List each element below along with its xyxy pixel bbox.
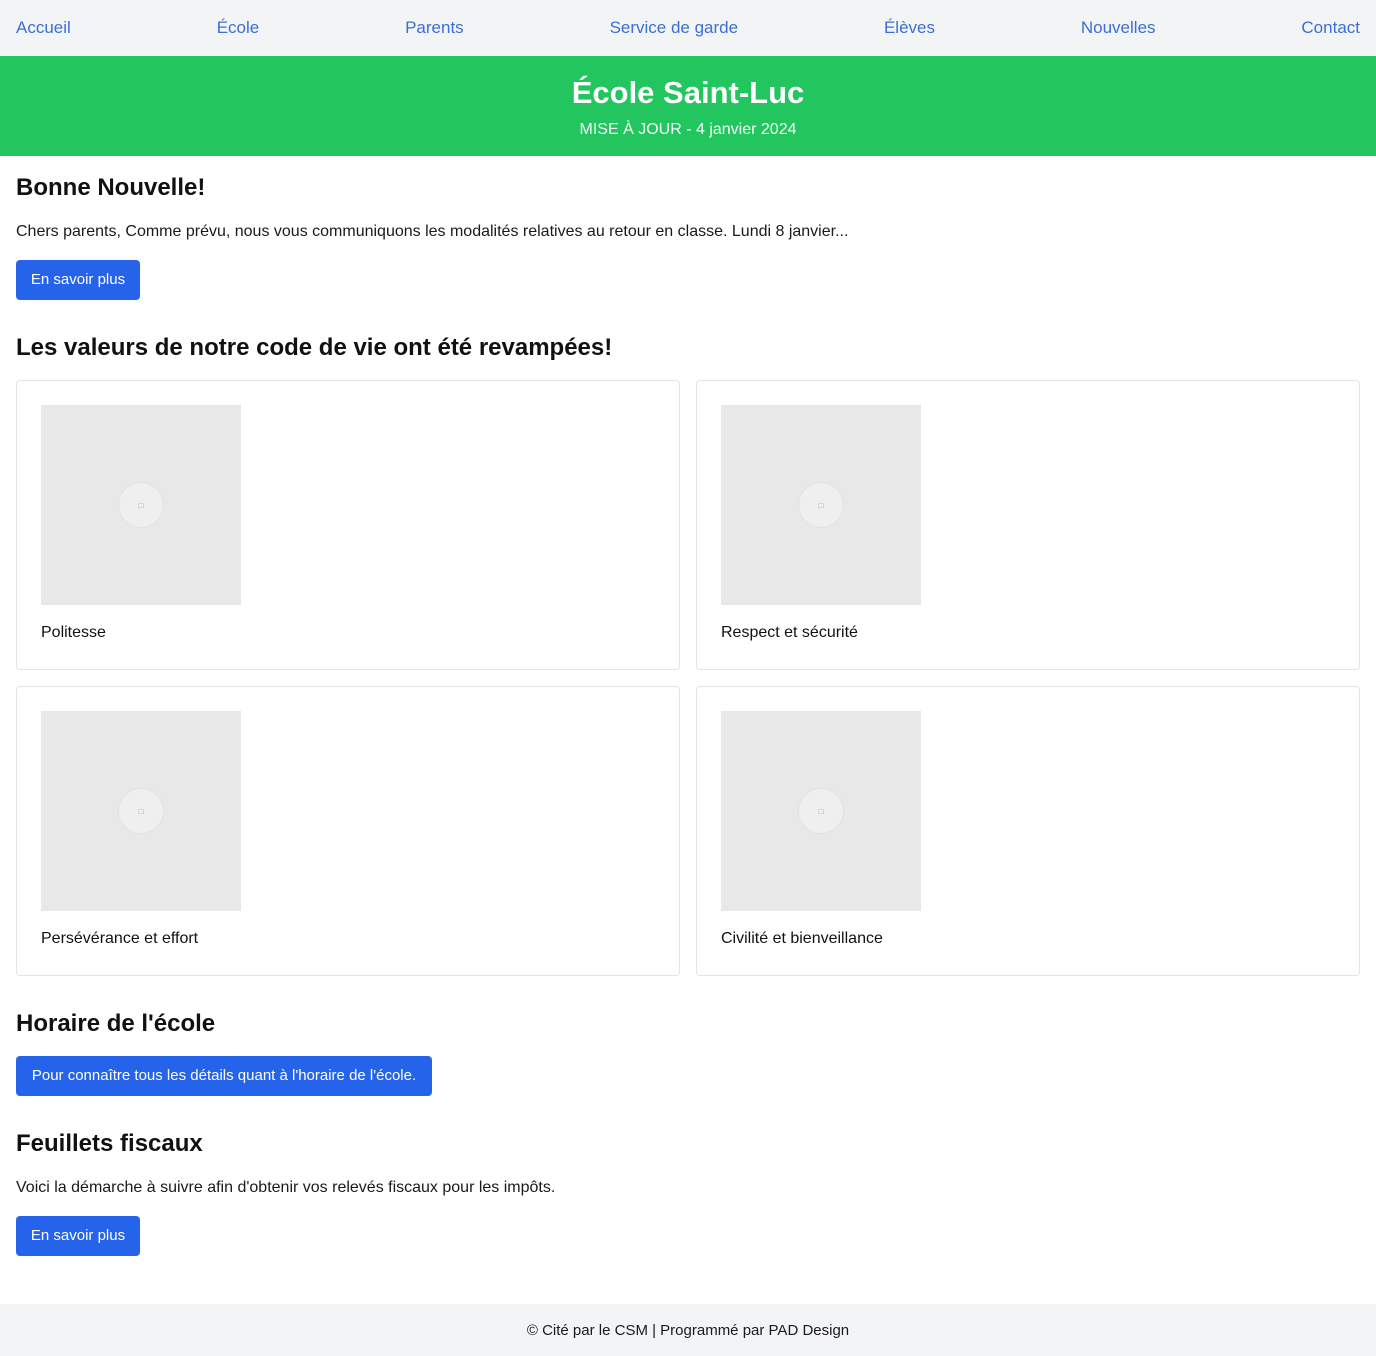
value-card-label: Persévérance et effort <box>41 930 199 947</box>
value-image-placeholder: □ <box>721 405 921 605</box>
schedule-heading: Horaire de l'école <box>16 1010 216 1037</box>
values-heading: Les valeurs de notre code de vie ont été… <box>16 334 613 361</box>
value-image-placeholder: □ <box>41 405 241 605</box>
footer-credits: © Cité par le CSM | Programmé par PAD De… <box>526 1321 850 1339</box>
news-heading: Bonne Nouvelle! <box>16 174 206 201</box>
nav-link-eleves[interactable]: Élèves <box>884 18 935 38</box>
value-card-label: Respect et sécurité <box>721 624 858 641</box>
page-title: École Saint-Luc <box>571 75 805 110</box>
tax-read-more-button[interactable]: En savoir plus <box>16 1216 140 1256</box>
image-placeholder-icon: □ <box>798 482 844 528</box>
schedule-details-button[interactable]: Pour connaître tous les détails quant à … <box>16 1056 432 1096</box>
value-image-placeholder: □ <box>41 711 241 911</box>
news-excerpt: Chers parents, Comme prévu, nous vous co… <box>16 223 849 240</box>
nav-link-parents[interactable]: Parents <box>405 18 464 38</box>
tax-heading: Feuillets fiscaux <box>16 1130 203 1157</box>
value-card: □ Respect et sécurité <box>696 380 1360 670</box>
value-card-label: Civilité et bienveillance <box>721 930 883 947</box>
image-placeholder-icon: □ <box>118 482 164 528</box>
top-navigation: Accueil École Parents Service de garde É… <box>0 0 1376 56</box>
image-placeholder-icon: □ <box>118 788 164 834</box>
nav-link-accueil[interactable]: Accueil <box>16 18 71 38</box>
tax-description: Voici la démarche à suivre afin d'obteni… <box>16 1179 556 1196</box>
update-date: MISE À JOUR - 4 janvier 2024 <box>579 121 797 138</box>
value-card: □ Politesse <box>16 380 680 670</box>
hero-banner: École Saint-Luc MISE À JOUR - 4 janvier … <box>0 56 1376 156</box>
nav-link-service-de-garde[interactable]: Service de garde <box>610 18 739 38</box>
values-grid: □ Politesse □ Respect et sécurité □ Pers… <box>16 380 1360 976</box>
nav-link-contact[interactable]: Contact <box>1301 18 1360 38</box>
news-read-more-button[interactable]: En savoir plus <box>16 260 140 300</box>
image-placeholder-icon: □ <box>798 788 844 834</box>
value-card: □ Civilité et bienveillance <box>696 686 1360 976</box>
nav-link-ecole[interactable]: École <box>217 18 260 38</box>
value-card-label: Politesse <box>41 624 106 641</box>
footer: © Cité par le CSM | Programmé par PAD De… <box>0 1304 1376 1356</box>
value-card: □ Persévérance et effort <box>16 686 680 976</box>
nav-link-nouvelles[interactable]: Nouvelles <box>1081 18 1156 38</box>
value-image-placeholder: □ <box>721 711 921 911</box>
